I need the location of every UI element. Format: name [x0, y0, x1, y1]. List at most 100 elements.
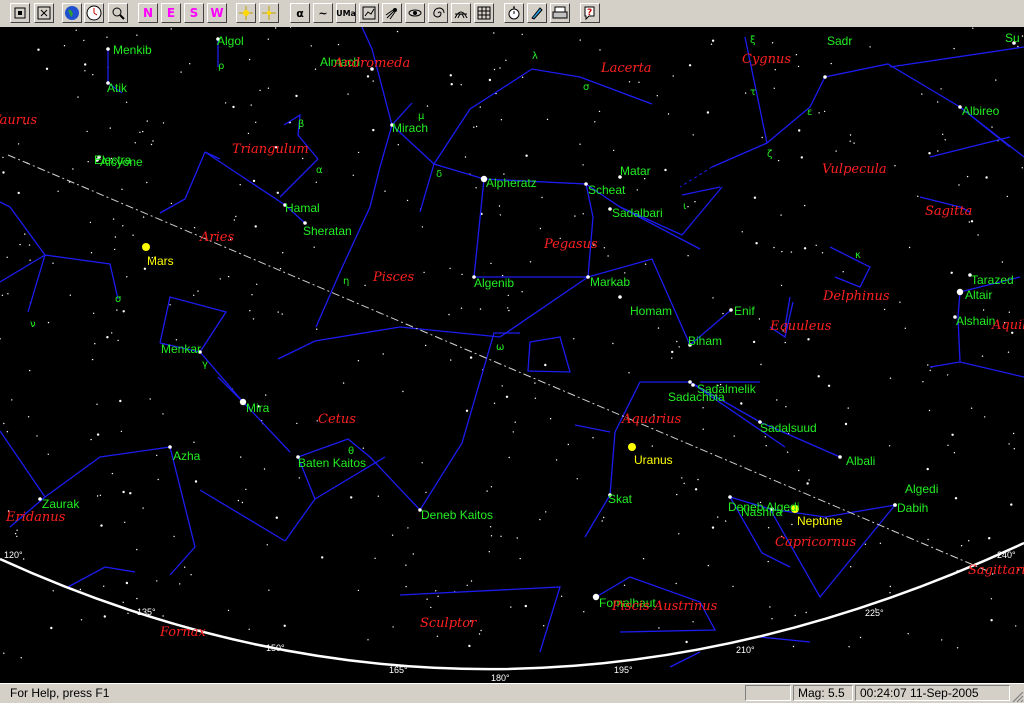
star-albali[interactable]	[838, 455, 842, 459]
star-sadachbia[interactable]	[688, 380, 692, 384]
globe-icon[interactable]	[62, 3, 82, 23]
star-label: Hamal	[285, 201, 320, 215]
zoom-out-icon[interactable]	[10, 3, 30, 23]
star	[505, 59, 507, 61]
star	[498, 205, 501, 207]
star-menkib[interactable]	[106, 47, 110, 51]
star	[657, 327, 660, 329]
star	[549, 418, 552, 420]
planet-uranus[interactable]	[628, 443, 636, 451]
star	[817, 375, 820, 378]
north-button[interactable]: N	[138, 3, 158, 23]
greek-label: β	[298, 119, 304, 130]
star	[508, 456, 510, 459]
star	[601, 520, 603, 522]
star	[129, 492, 132, 495]
grid-icon[interactable]	[474, 3, 494, 23]
star	[798, 469, 800, 472]
star	[298, 477, 300, 479]
east-button[interactable]: E	[161, 3, 181, 23]
star	[761, 136, 763, 139]
star	[888, 445, 891, 447]
star-altair[interactable]	[956, 288, 964, 296]
star-label: Algedi	[905, 482, 938, 496]
greek-label: ε	[807, 107, 812, 118]
star-enif[interactable]	[729, 308, 733, 312]
star-sadalmelik[interactable]	[691, 383, 695, 387]
help-icon[interactable]: ?	[580, 3, 600, 23]
star	[425, 344, 427, 347]
comet-icon[interactable]	[382, 3, 402, 23]
west-button[interactable]: W	[207, 3, 227, 23]
star	[94, 343, 96, 345]
star-deneb-algedi[interactable]	[728, 495, 732, 499]
target-star2-icon[interactable]	[259, 3, 279, 23]
sky-chart[interactable]: 120° 135° 150° 165° 180° 195° 210° 225° 240° Men…	[0, 27, 1024, 683]
star	[92, 74, 94, 76]
star	[612, 342, 614, 345]
zoom-fit-icon[interactable]	[34, 3, 54, 23]
find-icon[interactable]	[108, 3, 128, 23]
datetime-panel: 00:24:07 11-Sep-2005	[855, 685, 1010, 701]
star	[465, 409, 469, 412]
horizon-grid-icon[interactable]	[451, 3, 471, 23]
constellation-label: Aries	[199, 230, 234, 245]
star	[91, 358, 94, 361]
constellation-label: Pisces	[372, 270, 415, 285]
star	[391, 534, 394, 536]
star	[687, 255, 689, 257]
star-label: Baten Kaitos	[298, 456, 366, 470]
orbit-icon[interactable]	[405, 3, 425, 23]
star-azha[interactable]	[168, 445, 172, 449]
uma-icon-button[interactable]: UMa	[336, 3, 356, 23]
star	[384, 190, 386, 192]
star	[850, 566, 852, 568]
target-star-icon[interactable]	[236, 3, 256, 23]
star	[406, 199, 409, 202]
star	[521, 76, 524, 78]
star	[6, 431, 9, 433]
toolbar-button-label: UMa	[336, 8, 356, 18]
star	[521, 33, 523, 36]
spiral-icon[interactable]	[428, 3, 448, 23]
star	[953, 452, 956, 454]
clock-icon[interactable]	[84, 3, 104, 23]
star-sadr[interactable]	[823, 75, 827, 79]
tilde-icon-button[interactable]: ~	[313, 3, 333, 23]
star	[2, 156, 4, 159]
stopwatch-icon[interactable]	[504, 3, 524, 23]
constellation-label: Vulpecula	[822, 162, 887, 177]
star	[310, 45, 312, 47]
star-homam[interactable]	[618, 295, 622, 299]
star	[252, 179, 256, 183]
star	[956, 647, 959, 649]
star	[268, 589, 270, 591]
star	[864, 543, 867, 545]
star	[96, 495, 99, 497]
star	[835, 150, 837, 152]
resize-grip-icon[interactable]	[1010, 689, 1024, 703]
alpha-icon-button[interactable]: α	[290, 3, 310, 23]
south-button[interactable]: S	[184, 3, 204, 23]
star	[347, 93, 349, 95]
star	[644, 178, 646, 180]
star	[777, 159, 780, 162]
star	[450, 359, 452, 361]
greek-label: μ	[418, 111, 425, 122]
star	[685, 640, 688, 644]
star	[197, 290, 199, 292]
star	[592, 437, 594, 439]
star	[382, 353, 384, 355]
printer-icon[interactable]	[550, 3, 570, 23]
star	[109, 127, 112, 129]
star-label: Sadalsuud	[760, 421, 817, 435]
star-label: Atik	[107, 81, 128, 95]
planet-mars[interactable]	[142, 243, 150, 251]
star	[372, 128, 375, 132]
star	[69, 294, 72, 296]
star	[929, 369, 931, 372]
star	[683, 482, 685, 485]
chart-icon[interactable]	[359, 3, 379, 23]
pencil-icon[interactable]	[527, 3, 547, 23]
star	[1001, 261, 1004, 263]
